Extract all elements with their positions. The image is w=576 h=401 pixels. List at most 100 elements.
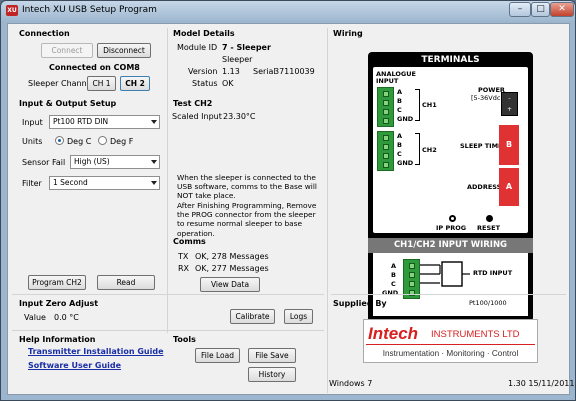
ch1-bracket (415, 89, 420, 121)
history-button[interactable]: History (248, 367, 296, 382)
program-ch2-button[interactable]: Program CH2 (28, 275, 86, 290)
ch2-pin-gnd: GND (397, 159, 414, 167)
ch2-terminal-block (377, 131, 394, 171)
sensor-fail-value: High (US) (74, 157, 110, 166)
terminal-screw (409, 281, 415, 287)
sleep-time-label: SLEEP TIME (460, 142, 503, 150)
terminal-screw (409, 290, 415, 296)
input-wiring-title: CH1/CH2 INPUT WIRING (368, 238, 533, 253)
reset-label: RESET (477, 224, 501, 232)
rx-value: OK, 277 Messages (195, 264, 269, 273)
model-details-title: Model Details (173, 29, 235, 38)
connect-button[interactable]: Connect (41, 43, 93, 58)
ch2-pin-b: B (397, 141, 402, 149)
app-icon: XU (6, 5, 18, 16)
chevron-down-icon (151, 160, 157, 164)
ch1-pin-gnd: GND (397, 115, 414, 123)
address-switch: A (499, 168, 519, 206)
filter-value: 1 Second (53, 178, 88, 187)
intech-logo: Intech INSTRUMENTS LTD Instrumentation ·… (363, 319, 538, 363)
serial-label: Serial (253, 67, 276, 76)
logo-brand: Intech (368, 324, 419, 343)
app-window: XU Intech XU USB Setup Program – □ ✕ Con… (0, 0, 576, 401)
ip-prog-label: IP PROG (436, 224, 467, 232)
rx-label: RX (178, 264, 190, 273)
zero-value: 0.0 °C (54, 313, 79, 322)
installation-guide-link[interactable]: Transmitter Installation Guide (28, 347, 164, 356)
connection-status: Connected on COM8 (49, 63, 140, 72)
scaled-input-label: Scaled Input (172, 112, 222, 121)
terminal-screw (383, 162, 389, 168)
close-button[interactable]: ✕ (550, 2, 574, 17)
deg-c-label: Deg C (67, 137, 92, 146)
zero-value-label: Value (24, 313, 46, 322)
logo-suffix: INSTRUMENTS LTD (431, 329, 520, 340)
ch1-button[interactable]: CH 1 (87, 76, 116, 91)
read-button[interactable]: Read (97, 275, 155, 290)
input-label: Input (22, 118, 43, 127)
version-value: 1.13 (222, 67, 240, 76)
wiring-pin-c: C (391, 280, 396, 288)
connection-title: Connection (19, 29, 70, 38)
status-value: OK (222, 79, 234, 88)
wiring-pin-a: A (391, 262, 397, 270)
deg-f-radio[interactable] (98, 136, 107, 145)
zero-adjust-title: Input Zero Adjust (19, 299, 99, 308)
ch1-pin-a: A (397, 88, 403, 96)
version-date-label: 1.30 15/11/2011 (508, 379, 575, 388)
user-guide-link[interactable]: Software User Guide (28, 361, 121, 370)
module-name-value: Sleeper (222, 55, 253, 64)
programming-note: After Finishing Programming, Remove the … (177, 201, 317, 238)
tx-label: TX (178, 252, 189, 261)
terminal-screw (383, 118, 389, 124)
file-save-button[interactable]: File Save (248, 348, 296, 363)
terminal-screw (383, 144, 389, 150)
divider (12, 330, 324, 331)
view-data-button[interactable]: View Data (200, 277, 260, 292)
address-label: ADDRESS (467, 183, 502, 191)
minimize-button[interactable]: – (509, 2, 531, 17)
divider (327, 28, 328, 393)
maximize-button[interactable]: □ (531, 2, 550, 17)
test-ch2-title: Test CH2 (173, 99, 213, 108)
ch2-button[interactable]: CH 2 (120, 76, 150, 91)
module-id-label: Module ID (177, 43, 218, 52)
terminal-screw (383, 135, 389, 141)
terminal-screw (409, 263, 415, 269)
ch1-pin-b: B (397, 97, 402, 105)
calibrate-button[interactable]: Calibrate (230, 309, 275, 324)
client-area: Connection Connect Disconnect Connected … (7, 23, 574, 395)
power-spec: [5-36Vdc] (471, 94, 503, 102)
title-bar[interactable]: XU Intech XU USB Setup Program – □ ✕ (1, 1, 575, 21)
wiring-pin-gnd: GND (382, 289, 399, 297)
logs-button[interactable]: Logs (284, 309, 313, 324)
ch1-pin-c: C (397, 106, 402, 114)
wiring-terminal-block (403, 259, 420, 299)
sleeper-note: When the sleeper is connected to the USB… (177, 173, 317, 201)
tools-title: Tools (173, 335, 196, 344)
deg-c-radio[interactable] (55, 136, 64, 145)
ip-prog-connector (449, 215, 456, 222)
module-id-value: 7 - Sleeper (222, 43, 271, 52)
divider (331, 294, 566, 295)
disconnect-button[interactable]: Disconnect (97, 43, 151, 58)
chevron-down-icon (151, 181, 157, 185)
window-title: Intech XU USB Setup Program (22, 5, 157, 15)
terminal-screw (383, 91, 389, 97)
power-minus: - (508, 95, 511, 102)
ch2-pin-a: A (397, 132, 403, 140)
chevron-down-icon (151, 120, 157, 124)
reset-button-dot (486, 215, 493, 222)
logo-tagline: Instrumentation · Monitoring · Control (382, 349, 519, 358)
ch1-terminal-block (377, 87, 394, 127)
input-select[interactable]: Pt100 RTD DIN (49, 115, 160, 129)
tx-value: OK, 278 Messages (195, 252, 269, 261)
terminal-screw (383, 109, 389, 115)
divider (12, 294, 324, 295)
wiring-pin-b: B (391, 271, 396, 279)
ch2-bracket (415, 133, 420, 165)
sensor-fail-select[interactable]: High (US) (70, 155, 160, 169)
filter-select[interactable]: 1 Second (49, 176, 160, 190)
rtd-input-label: RTD INPUT (473, 269, 513, 277)
file-load-button[interactable]: File Load (195, 348, 240, 363)
